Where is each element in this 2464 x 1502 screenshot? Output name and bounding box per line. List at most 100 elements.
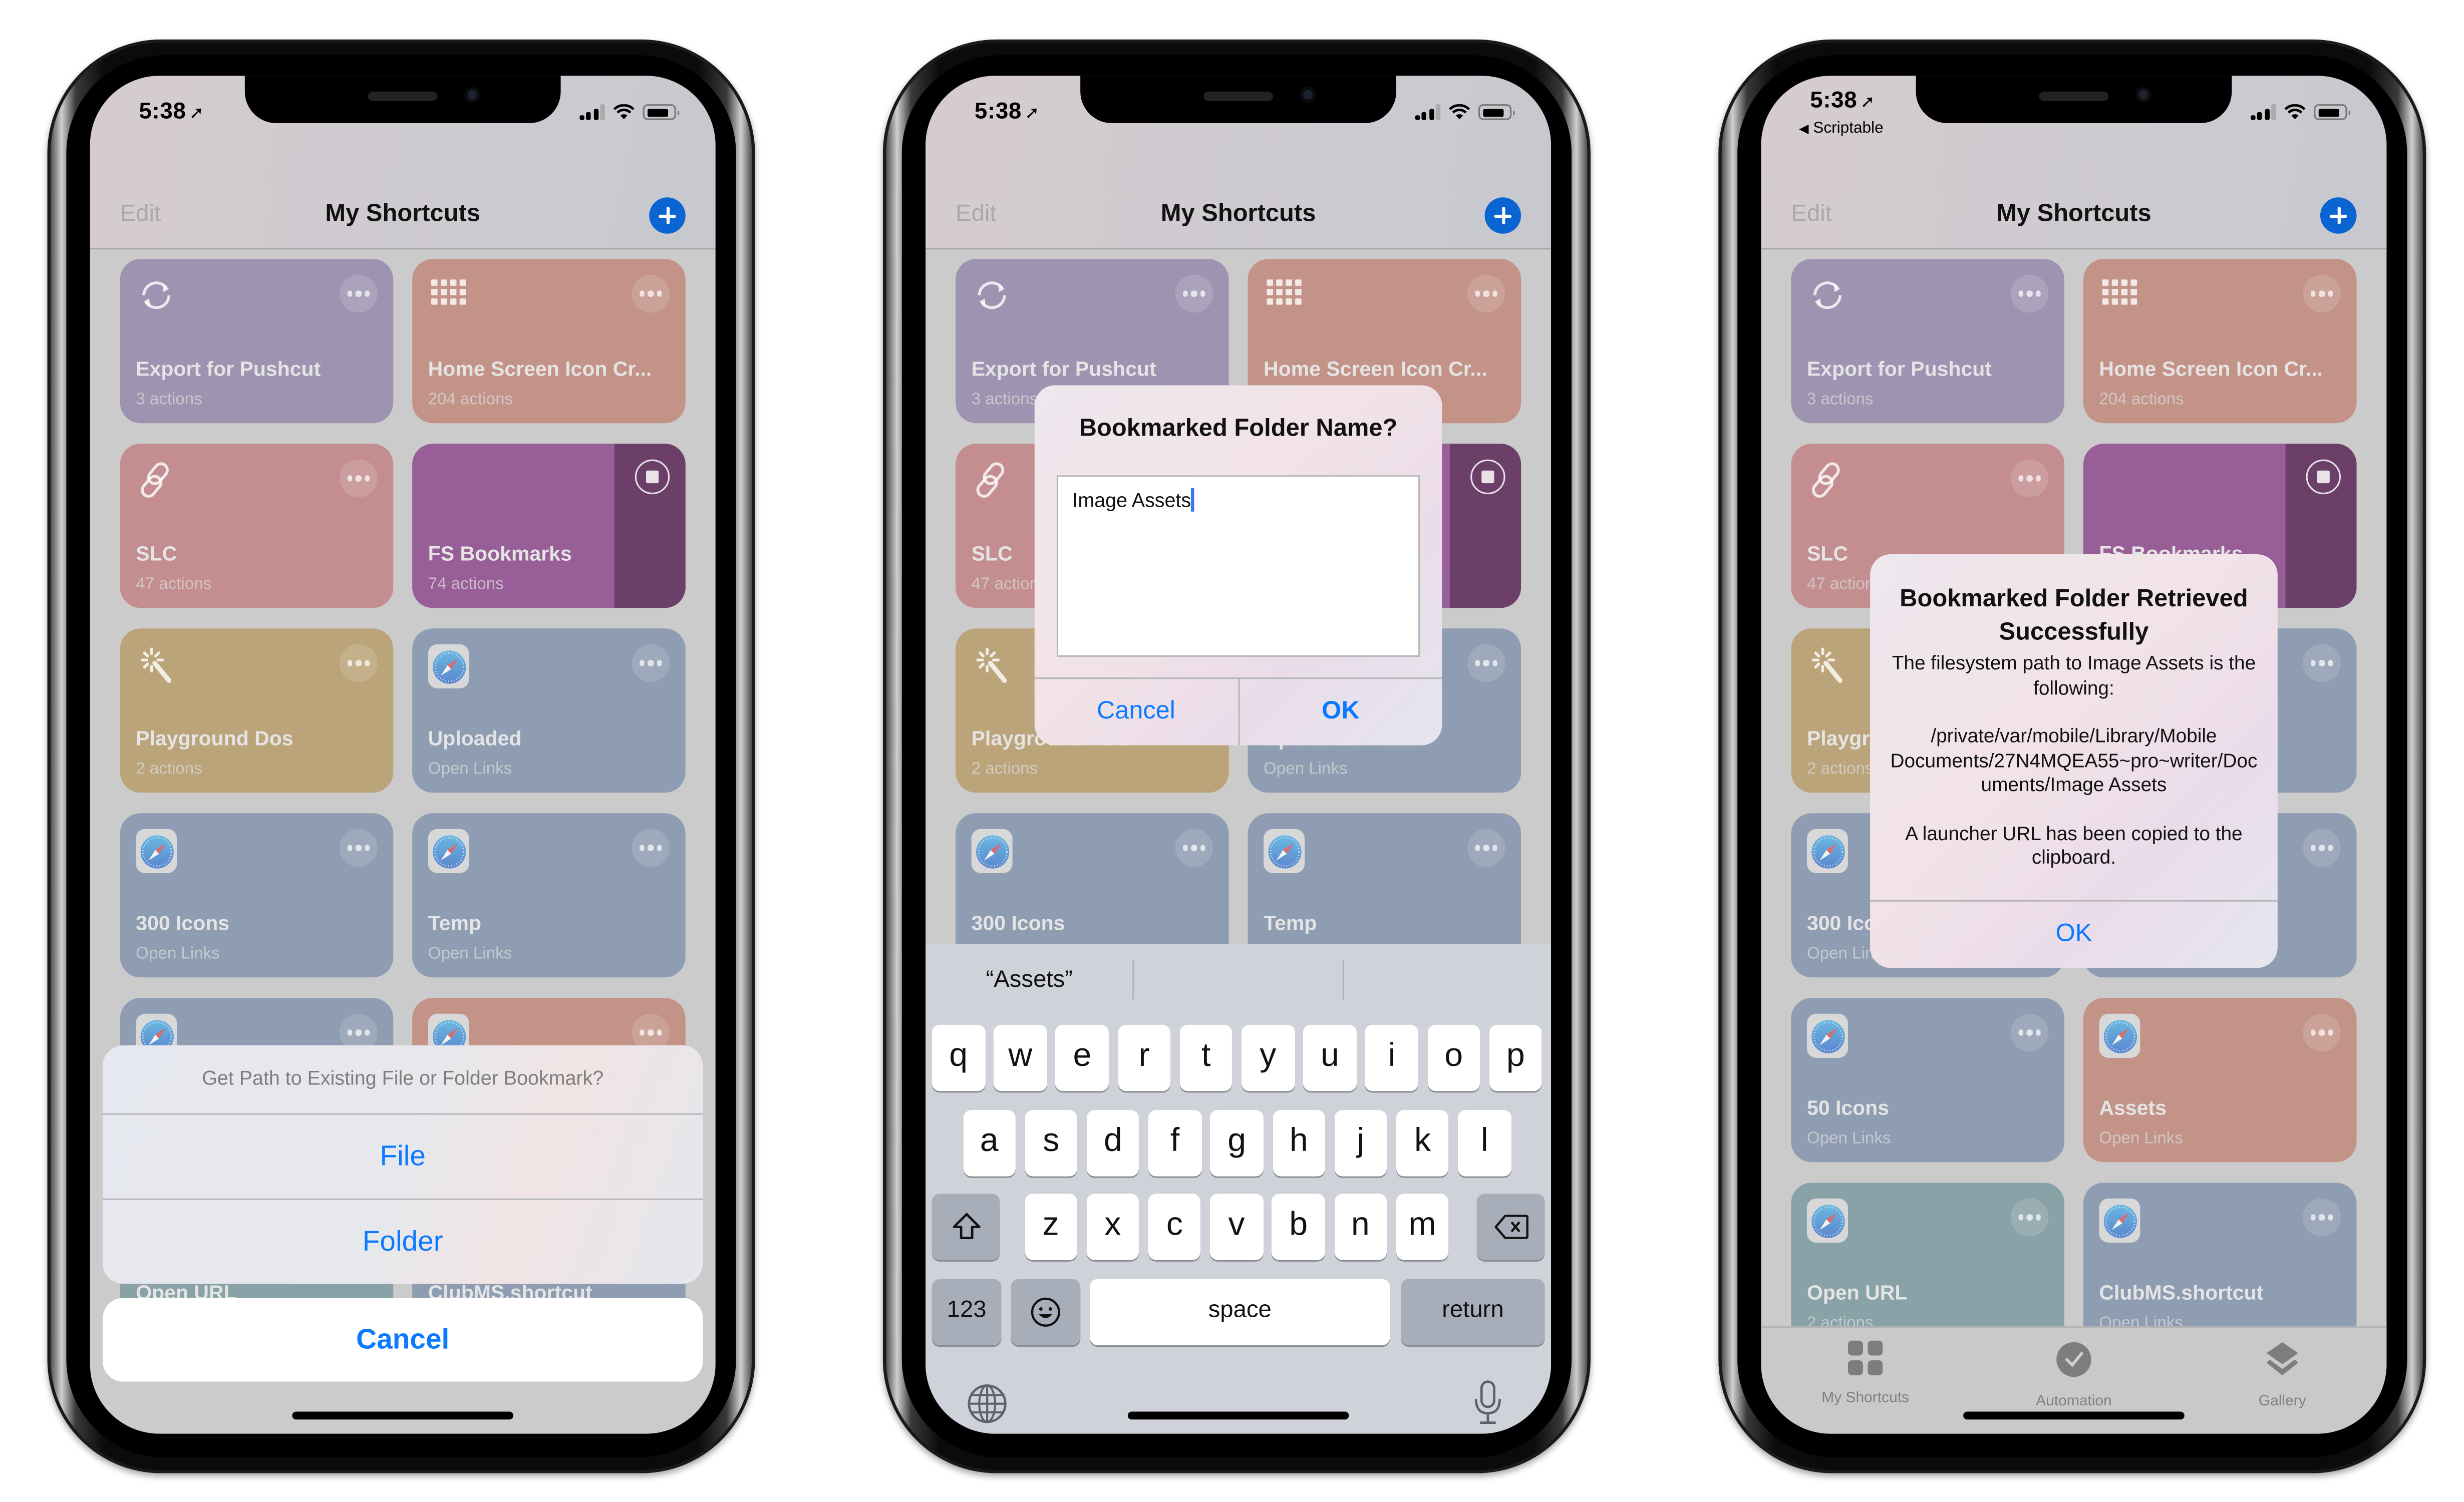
key-b[interactable]: b [1272,1194,1325,1260]
shortcut-card[interactable]: Playground Dos 2 actions [120,628,394,793]
key-r[interactable]: r [1117,1024,1171,1091]
grid-dots-icon [1264,275,1305,316]
cancel-button[interactable]: Cancel [102,1298,703,1382]
more-options-button[interactable] [2303,274,2341,313]
key-d[interactable]: d [1086,1110,1140,1177]
shortcut-card[interactable]: 50 Icons Open Links [1791,998,2065,1163]
alert-ok-button[interactable]: OK [1870,902,2278,968]
key-c[interactable]: c [1148,1194,1201,1260]
shortcut-card[interactable]: ClubMS.shortcutOpen Links [2083,1183,2357,1347]
key-s[interactable]: s [1024,1110,1078,1177]
globe-icon[interactable] [967,1383,1008,1424]
more-options-button[interactable] [1467,829,1505,867]
space-key[interactable]: space [1090,1279,1390,1346]
more-options-button[interactable] [2010,274,2049,313]
key-o[interactable]: o [1427,1024,1480,1091]
key-q[interactable]: q [932,1024,985,1091]
more-options-button[interactable] [2010,1198,2049,1237]
key-y[interactable]: y [1241,1024,1295,1091]
key-g[interactable]: g [1210,1110,1264,1177]
home-indicator[interactable] [1963,1411,2185,1420]
shortcut-card[interactable]: Open URL2 actions [1791,1183,2065,1347]
shift-key[interactable] [932,1194,1000,1260]
microphone-icon[interactable] [1472,1380,1503,1427]
tab-my-shortcuts[interactable]: My Shortcuts [1786,1340,1944,1407]
key-e[interactable]: e [1055,1024,1109,1091]
tab-gallery[interactable]: Gallery [2204,1341,2361,1410]
stop-icon[interactable] [1470,459,1505,495]
shortcut-card[interactable]: Home Screen Icon Cr... 204 actions [2083,259,2357,424]
more-options-button[interactable] [2303,644,2341,682]
more-options-button[interactable] [632,274,670,313]
key-l[interactable]: l [1458,1110,1511,1177]
key-n[interactable]: n [1334,1194,1387,1260]
folder-option-button[interactable]: Folder [102,1198,703,1284]
more-options-button[interactable] [1467,644,1505,682]
action-sheet-title: Get Path to Existing File or Folder Book… [102,1045,703,1115]
shortcut-card[interactable]: Home Screen Icon Cr... 204 actions [412,259,686,424]
key-a[interactable]: a [963,1110,1016,1177]
key-m[interactable]: m [1395,1194,1449,1260]
stop-icon[interactable] [635,459,670,495]
key-p[interactable]: p [1489,1024,1543,1091]
return-key[interactable]: return [1401,1279,1545,1346]
suggestion-3[interactable] [1344,944,1551,1015]
shortcut-card[interactable]: 300 Icons Open Links [120,813,394,978]
home-indicator[interactable] [1127,1411,1349,1420]
numbers-key[interactable]: 123 [932,1279,1002,1346]
key-k[interactable]: k [1396,1110,1449,1177]
key-x[interactable]: x [1086,1194,1139,1260]
stop-icon[interactable] [2306,459,2341,495]
more-options-button[interactable] [1175,829,1213,867]
back-to-app-link[interactable]: ◀ Scriptable [1799,120,1883,138]
suggestion-1[interactable]: “Assets” [926,944,1133,1015]
alert-ok-button[interactable]: OK [1238,679,1442,745]
add-shortcut-button[interactable] [1484,197,1521,234]
more-options-button[interactable] [2303,1013,2341,1052]
key-v[interactable]: v [1210,1194,1264,1260]
shortcut-card[interactable]: Export for Pushcut 3 actions [120,259,394,424]
notch [1080,76,1396,123]
shortcut-card[interactable]: Export for Pushcut 3 actions [1791,259,2065,424]
emoji-key[interactable] [1011,1279,1081,1346]
tab-automation[interactable]: Automation [1995,1341,2152,1410]
key-z[interactable]: z [1024,1194,1078,1260]
key-w[interactable]: w [994,1024,1047,1091]
more-options-button[interactable] [632,644,670,682]
more-options-button[interactable] [632,829,670,867]
add-shortcut-button[interactable] [2320,197,2357,234]
key-h[interactable]: h [1272,1110,1326,1177]
more-options-button[interactable] [2303,829,2341,867]
more-options-button[interactable] [340,459,378,498]
shortcut-card[interactable]: Uploaded Open Links [412,628,686,793]
add-shortcut-button[interactable] [649,197,686,234]
more-options-button[interactable] [2010,1013,2049,1052]
shortcut-subtitle: 3 actions [971,390,1038,409]
more-options-button[interactable] [1467,274,1505,313]
alert-cancel-button[interactable]: Cancel [1035,679,1238,745]
shortcut-card[interactable]: Assets Open Links [2083,998,2357,1163]
more-options-button[interactable] [2303,1198,2341,1237]
more-options-button[interactable] [2010,459,2049,498]
shortcut-card[interactable]: Temp Open Links [412,813,686,978]
status-icons [578,104,680,120]
key-t[interactable]: t [1179,1024,1233,1091]
more-options-button[interactable] [340,274,378,313]
shortcut-card[interactable]: SLC 47 actions [120,444,394,608]
battery-icon [643,104,680,120]
suggestion-2[interactable] [1134,944,1342,1015]
delete-key[interactable] [1476,1194,1545,1260]
file-option-button[interactable]: File [103,1115,703,1199]
home-indicator[interactable] [292,1411,513,1420]
location-arrow-icon: ➚ [1025,104,1040,123]
folder-name-input[interactable]: Image Assets [1056,475,1420,657]
success-alert: Bookmarked Folder Retrieved Successfully… [1870,554,2278,968]
key-j[interactable]: j [1334,1110,1387,1177]
key-f[interactable]: f [1148,1110,1202,1177]
more-options-button[interactable] [340,644,378,682]
key-u[interactable]: u [1303,1024,1357,1091]
more-options-button[interactable] [340,829,378,867]
more-options-button[interactable] [1175,274,1213,313]
shortcut-card[interactable]: FS Bookmarks 74 actions [412,444,686,608]
key-i[interactable]: i [1365,1024,1419,1091]
